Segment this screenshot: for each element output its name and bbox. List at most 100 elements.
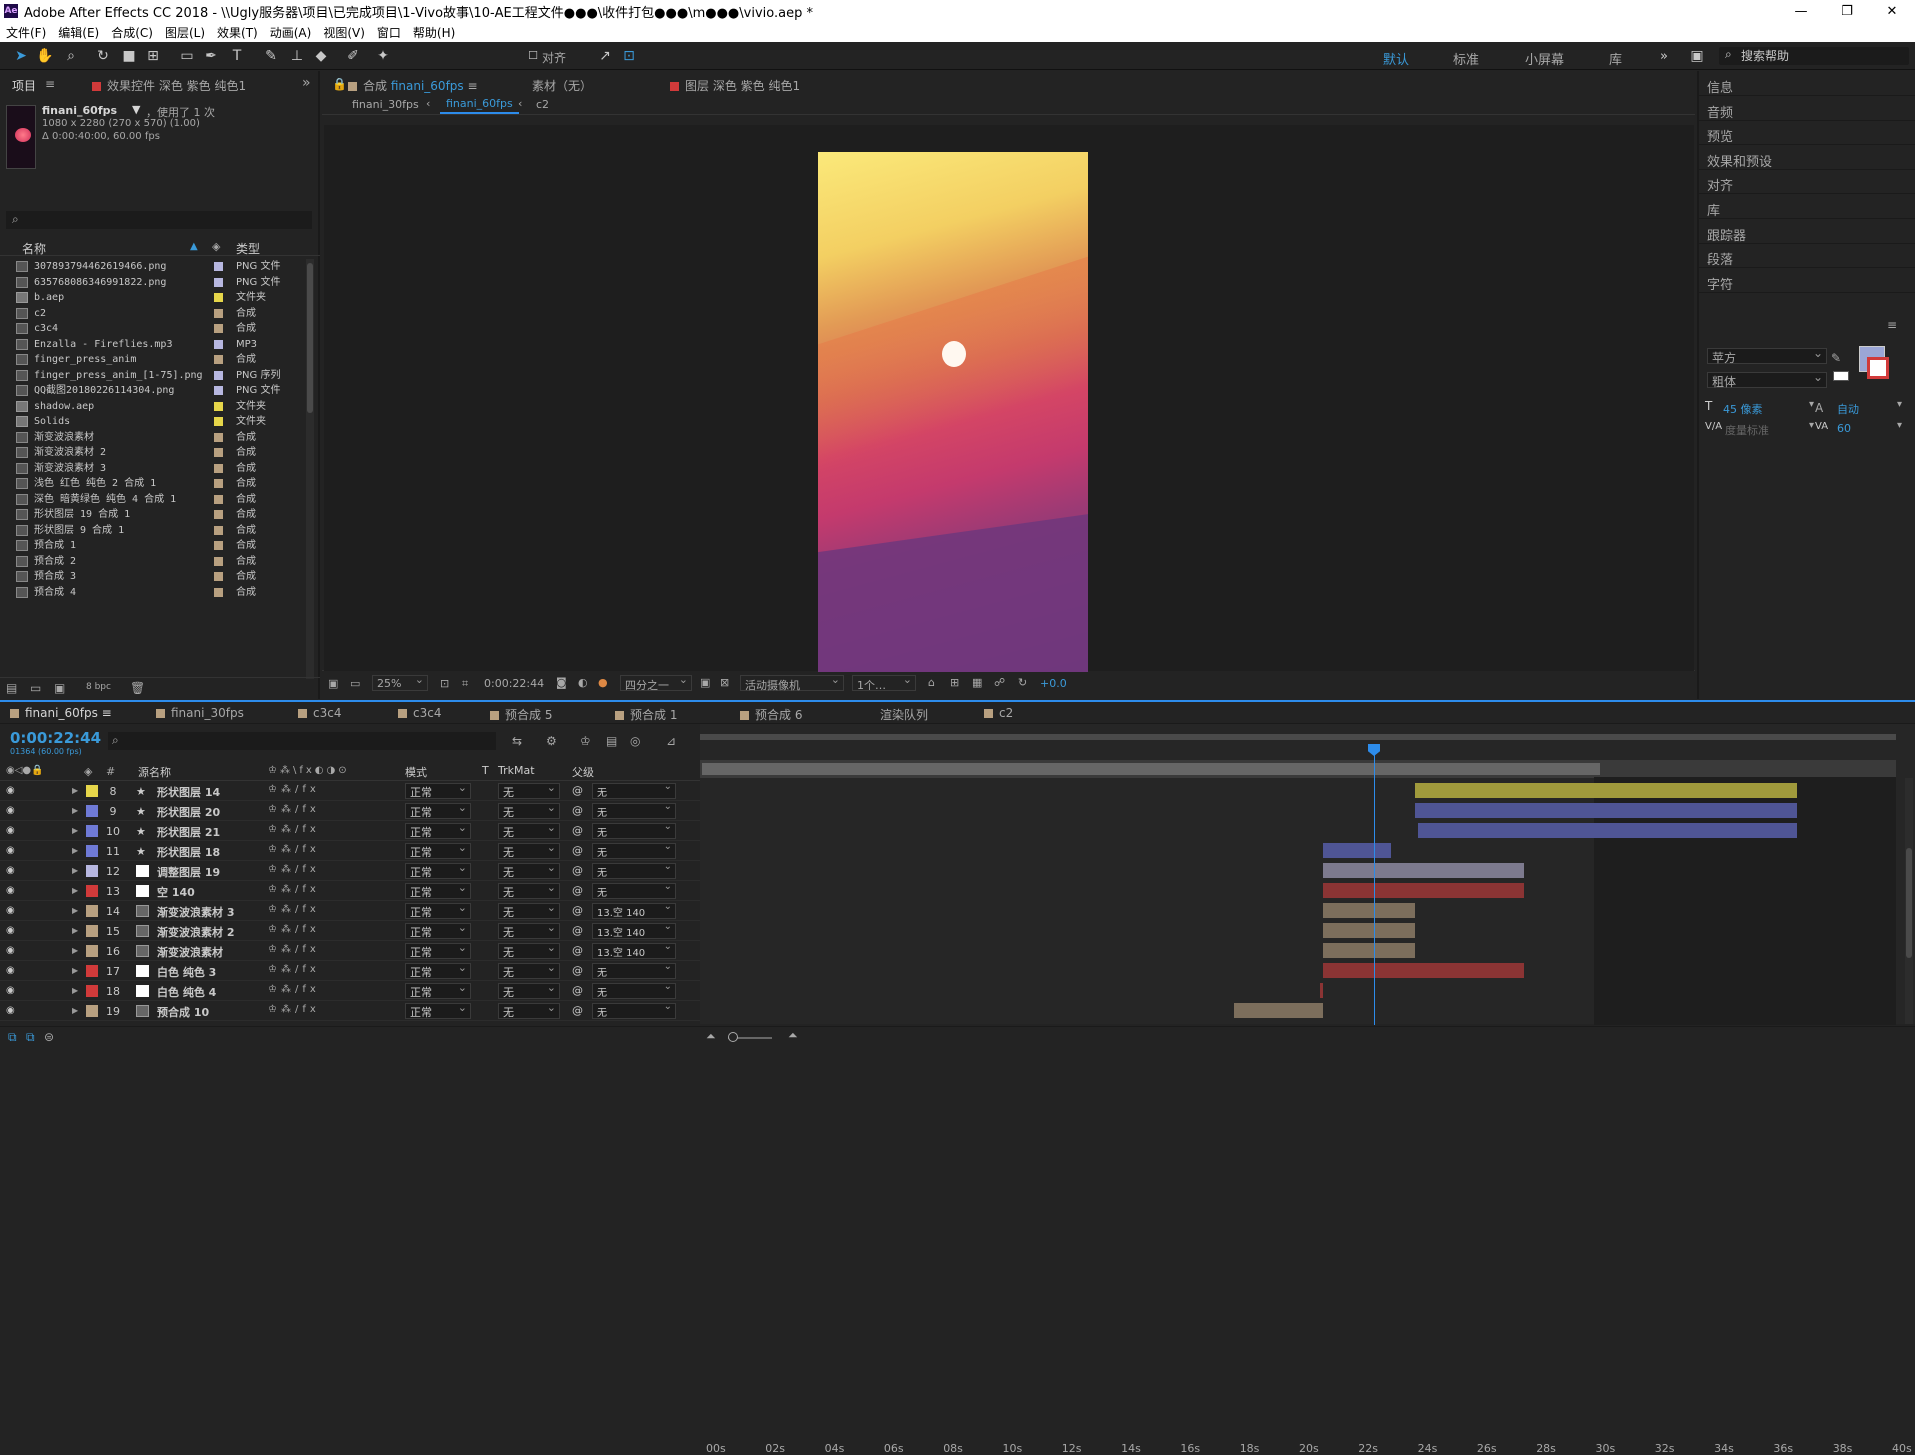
label-color[interactable] <box>214 401 223 411</box>
layer-name[interactable]: 形状图层 18 <box>157 844 220 860</box>
label-color[interactable] <box>214 339 223 349</box>
new-comp-icon[interactable]: ▣ <box>54 681 65 695</box>
label-color[interactable] <box>214 262 223 271</box>
visibility-eye-icon[interactable]: ◉ <box>6 965 15 976</box>
expand-arrow-icon[interactable]: ▶ <box>72 946 78 955</box>
graph-editor-icon[interactable]: ⊿ <box>666 734 676 748</box>
new-folder-icon[interactable]: ▭ <box>30 681 41 695</box>
viewer-lock-icon[interactable]: 🔒 <box>332 77 347 91</box>
timeline-current-time[interactable]: 0:00:22:44 <box>10 729 101 747</box>
puppet-tool-icon[interactable]: ✦ <box>374 47 392 65</box>
visibility-eye-icon[interactable]: ◉ <box>6 945 15 956</box>
visibility-eye-icon[interactable]: ◉ <box>6 925 15 936</box>
visibility-eye-icon[interactable]: ◉ <box>6 785 15 796</box>
exposure-value[interactable]: +0.0 <box>1040 677 1067 690</box>
visibility-eye-icon[interactable]: ◉ <box>6 885 15 896</box>
layer-duration-bar[interactable] <box>1414 783 1798 798</box>
zoom-slider-thumb[interactable] <box>728 1032 738 1042</box>
frame-blending-icon[interactable]: ▤ <box>606 734 617 748</box>
layer-row[interactable]: ◉ ▶ 15 渐变波浪素材 2 ♔⁂/fx 正常 无 @13.空 140 <box>0 921 700 941</box>
panel-overflow-icon[interactable]: » <box>302 75 311 91</box>
comp-mini-flowchart-icon[interactable]: ⇆ <box>512 734 522 748</box>
kerning-value[interactable]: 度量标准 <box>1725 422 1769 438</box>
layer-label-color[interactable] <box>86 845 98 857</box>
timeline-icon[interactable]: ▦ <box>972 676 982 689</box>
parent-pickwhip-icon[interactable]: @ <box>572 784 583 797</box>
blend-mode-dropdown[interactable]: 正常 <box>405 901 471 919</box>
expand-arrow-icon[interactable]: ▶ <box>72 966 78 975</box>
expand-arrow-icon[interactable]: ▶ <box>72 866 78 875</box>
parent-pickwhip-icon[interactable]: @ <box>572 1004 583 1017</box>
layer-duration-bar[interactable] <box>1322 883 1525 898</box>
views-dropdown[interactable]: 1个… <box>852 673 916 692</box>
layer-switches[interactable]: ♔⁂/fx <box>268 984 320 995</box>
layer-label-color[interactable] <box>86 785 98 797</box>
menu-layer[interactable]: 图层(L) <box>159 24 211 41</box>
layer-switches[interactable]: ♔⁂/fx <box>268 884 320 895</box>
fast-preview-icon[interactable]: ⊞ <box>950 676 959 689</box>
hand-tool-icon[interactable]: ✋ <box>36 47 54 65</box>
timeline-tab[interactable]: 预合成 6 <box>740 706 802 723</box>
minimize-button[interactable]: — <box>1778 0 1824 22</box>
visibility-eye-icon[interactable]: ◉ <box>6 845 15 856</box>
label-color[interactable] <box>214 510 223 519</box>
parent-pickwhip-icon[interactable]: @ <box>572 924 583 937</box>
layer-row[interactable]: ◉ ▶ 16 渐变波浪素材 ♔⁂/fx 正常 无 @13.空 140 <box>0 941 700 961</box>
breadcrumb-finani-30fps[interactable]: finani_30fps <box>352 98 419 111</box>
fit-icon[interactable]: ⊡ <box>440 677 449 690</box>
parent-pickwhip-icon[interactable]: @ <box>572 884 583 897</box>
layer-name[interactable]: 渐变波浪素材 2 <box>157 924 234 940</box>
blend-mode-dropdown[interactable]: 正常 <box>405 841 471 859</box>
layer-switches[interactable]: ♔⁂/fx <box>268 824 320 835</box>
timeline-tab[interactable]: c3c4 <box>298 706 341 720</box>
tracking-value[interactable]: 60 <box>1837 422 1851 435</box>
right-panel-6[interactable]: 跟踪器 <box>1707 225 1746 244</box>
layer-name[interactable]: 白色 纯色 4 <box>157 984 216 1000</box>
camera-tool-icon[interactable]: ■ <box>120 47 138 65</box>
playhead-line[interactable] <box>1374 745 1375 1025</box>
menu-view[interactable]: 视图(V) <box>317 24 371 41</box>
layer-label-color[interactable] <box>86 885 98 897</box>
timeline-tab[interactable]: 渲染队列 <box>880 706 928 723</box>
col-trkmat[interactable]: TrkMat <box>498 764 535 777</box>
expand-arrow-icon[interactable]: ▶ <box>72 846 78 855</box>
current-time[interactable]: 0:00:22:44 <box>484 677 544 690</box>
layer-switches[interactable]: ♔⁂/fx <box>268 904 320 915</box>
layer-row[interactable]: ◉ ▶ 8 ★ 形状图层 14 ♔⁂/fx 正常 无 @ 无 <box>0 781 700 801</box>
layer-row[interactable]: ◉ ▶ 12 调整图层 19 ♔⁂/fx 正常 无 @ 无 <box>0 861 700 881</box>
trkmat-dropdown[interactable]: 无 <box>498 921 560 939</box>
breadcrumb-finani-60fps[interactable]: finani_60fps <box>440 95 519 114</box>
parent-dropdown[interactable]: 无 <box>592 801 676 819</box>
col-type[interactable]: 类型 <box>236 240 260 257</box>
parent-pickwhip-icon[interactable]: @ <box>572 804 583 817</box>
workspace-default[interactable]: 默认 <box>1383 49 1409 68</box>
menu-edit[interactable]: 编辑(E) <box>52 24 105 41</box>
layer-label-color[interactable] <box>86 1005 98 1017</box>
work-area-range[interactable] <box>702 763 1600 775</box>
transparency-grid-icon[interactable]: ⊠ <box>720 676 729 689</box>
project-menu-icon[interactable]: ≡ <box>45 77 55 91</box>
layer-duration-bar[interactable] <box>1414 803 1798 818</box>
workspace-standard[interactable]: 标准 <box>1453 49 1479 68</box>
snap-option-icon[interactable]: ⊡ <box>620 47 638 65</box>
toggle-modes-icon[interactable]: ⧉ <box>26 1030 35 1045</box>
parent-pickwhip-icon[interactable]: @ <box>572 944 583 957</box>
layer-label-color[interactable] <box>86 985 98 997</box>
layer-name[interactable]: 形状图层 14 <box>157 784 220 800</box>
layer-row[interactable]: ◉ ▶ 10 ★ 形状图层 21 ♔⁂/fx 正常 无 @ 无 <box>0 821 700 841</box>
trkmat-dropdown[interactable]: 无 <box>498 861 560 879</box>
label-color[interactable] <box>214 525 223 535</box>
parent-dropdown[interactable]: 无 <box>592 981 676 999</box>
reset-exposure-icon[interactable]: ↻ <box>1018 676 1027 689</box>
snap-icon[interactable]: ↗ <box>596 47 614 65</box>
label-color[interactable] <box>214 417 223 426</box>
align-checkbox[interactable]: ☐ <box>524 47 542 65</box>
toggle-transfer-icon[interactable]: ⊜ <box>44 1030 54 1044</box>
expand-arrow-icon[interactable]: ▶ <box>72 806 78 815</box>
label-color[interactable] <box>214 572 223 581</box>
timeline-tab[interactable]: 预合成 1 <box>615 706 677 723</box>
leading-dropdown-icon[interactable]: ▾ <box>1897 399 1902 410</box>
work-area-bar[interactable] <box>700 760 1896 778</box>
layer-row[interactable]: ◉ ▶ 14 渐变波浪素材 3 ♔⁂/fx 正常 无 @13.空 140 <box>0 901 700 921</box>
visibility-eye-icon[interactable]: ◉ <box>6 985 15 996</box>
